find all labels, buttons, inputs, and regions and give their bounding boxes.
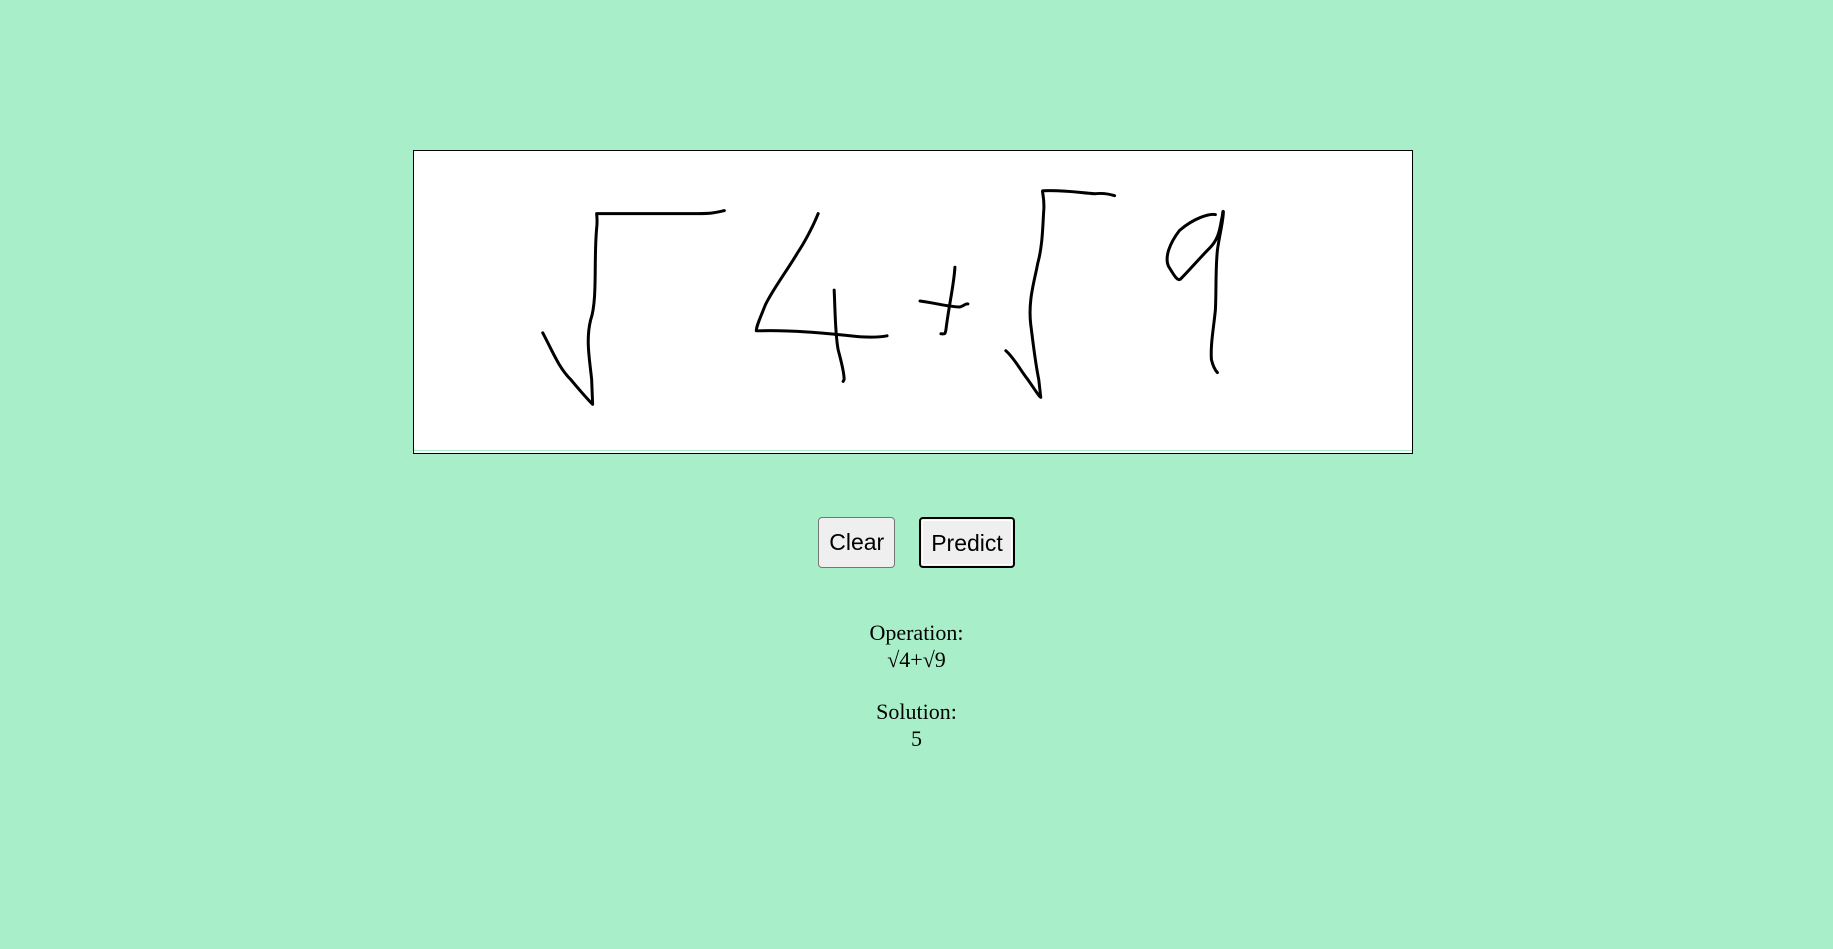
canvas-bottom-edge [414,450,1412,451]
solution-block: Solution: 5 [0,698,1833,752]
handwritten-stroke [918,299,970,309]
handwritten-stroke [939,265,957,336]
predict-button[interactable]: Predict [919,517,1015,568]
clear-button[interactable]: Clear [818,517,896,568]
handwritten-stroke [1165,209,1225,375]
operation-value: √4+√9 [887,647,946,672]
operation-block: Operation: √4+√9 [0,619,1833,673]
handwritten-stroke [754,212,889,339]
solution-value: 5 [911,726,922,751]
handwritten-stroke [541,209,726,406]
solution-label: Solution: [876,699,957,724]
handwritten-stroke [1004,189,1117,399]
operation-label: Operation: [869,620,964,645]
button-row: Clear Predict [0,517,1833,568]
drawing-canvas[interactable] [413,150,1413,454]
page: Clear Predict Operation: √4+√9 Solution:… [0,0,1833,949]
drawing-strokes [541,189,1225,406]
